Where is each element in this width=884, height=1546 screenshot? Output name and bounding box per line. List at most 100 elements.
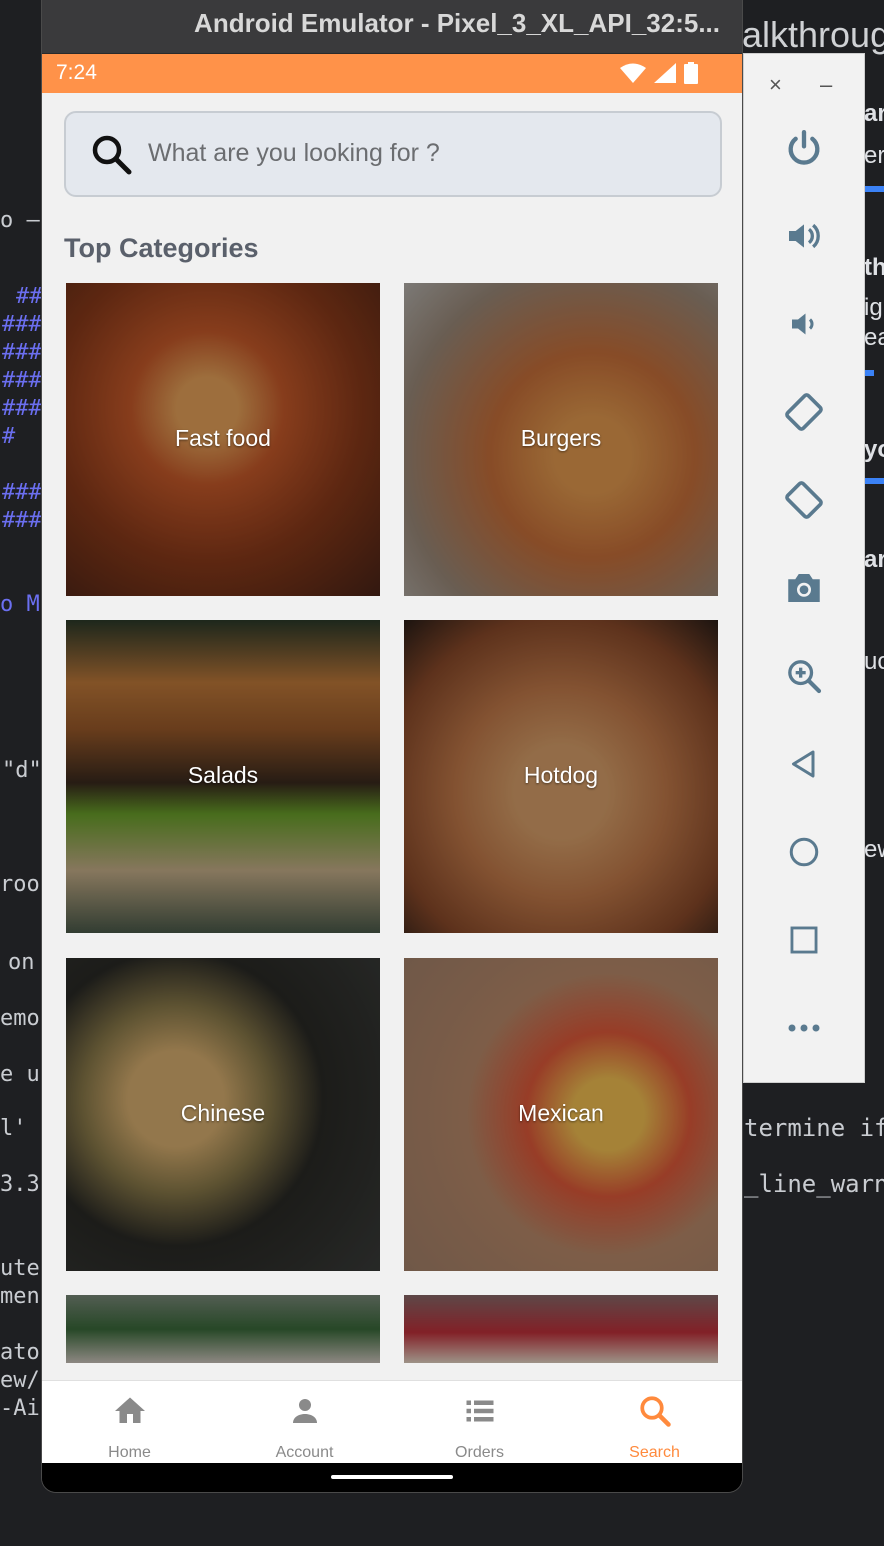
nav-search[interactable]: Search [567,1381,742,1463]
nav-label: Home [108,1444,151,1461]
gesture-bar [42,1463,742,1492]
side-text: yo [864,436,884,463]
category-label: Mexican [518,1100,604,1126]
screenshot-button[interactable] [780,564,828,612]
nav-account[interactable]: Account [217,1381,392,1463]
progress-mark [864,370,874,376]
code-line: ew/ [0,1368,40,1393]
category-tile-hotdog[interactable]: Hotdog [404,620,718,933]
code-line: roo [0,872,40,897]
home-button[interactable] [780,828,828,876]
zoom-button[interactable] [780,652,828,700]
back-icon [792,750,815,778]
code-line: _line_warni [744,1170,884,1198]
category-label: Hotdog [523,762,599,788]
category-tile-burgers[interactable]: Burgers [404,283,718,596]
code-line: # [2,424,16,449]
more-icon [788,1024,820,1032]
power-button[interactable] [780,124,828,172]
search-input[interactable]: What are you looking for ? [64,111,722,197]
nav-label: Orders [455,1444,504,1461]
close-button[interactable]: × [769,72,782,98]
volume-down-button[interactable] [780,300,828,348]
side-text: er [864,142,884,169]
code-line: on [8,950,35,975]
power-icon [788,130,820,165]
code-line: ## [16,284,43,309]
ide-title-fragment: alkthroug [742,14,884,55]
volume-up-icon [789,223,820,249]
orders-icon [466,1400,494,1422]
code-line: "d" [2,758,42,783]
status-icons [620,62,698,84]
code-line: o M [0,592,40,617]
overview-button[interactable] [780,916,828,964]
progress-mark [864,186,884,192]
code-line: l' [0,1116,27,1141]
camera-icon [788,574,820,602]
search-placeholder: What are you looking for ? [148,139,440,167]
category-tile-mexican[interactable]: Mexican [404,958,718,1271]
emulator-title: Android Emulator - Pixel_3_XL_API_32:5..… [194,8,720,38]
code-line: ### [2,340,42,365]
home-icon [115,1397,145,1423]
tile-overlay [404,1295,718,1363]
minimize-button[interactable]: – [820,72,832,98]
side-text: ar [864,546,884,573]
side-text: ig [864,294,883,321]
emulator-titlebar[interactable]: Android Emulator - Pixel_3_XL_API_32:5..… [42,0,742,54]
search-icon [640,1396,671,1427]
account-icon [293,1399,317,1423]
code-line: ### [2,368,42,393]
rotate-right-button[interactable] [780,476,828,524]
overview-icon [790,926,818,954]
code-line: o — [0,208,40,233]
code-line: ato [0,1340,40,1365]
zoom-icon [788,660,822,694]
home-circle-icon [789,837,819,867]
code-line: termine if [744,1114,884,1142]
status-time: 7:24 [56,61,97,84]
category-tile-partial[interactable] [404,1295,718,1363]
category-label: Fast food [175,425,271,451]
emulator-window: Android Emulator - Pixel_3_XL_API_32:5..… [42,0,742,1492]
nav-home[interactable]: Home [42,1381,217,1463]
side-text: eat [864,324,884,351]
category-tile-chinese[interactable]: Chinese [66,958,380,1271]
side-text: ar [864,100,884,127]
code-line: -Ai [0,1396,40,1421]
category-tile-fast-food[interactable]: Fast food [66,283,380,596]
rotate-right-icon [785,481,823,519]
rotate-left-icon [785,393,823,431]
signal-icon [654,63,676,83]
bottom-navigation: Home Account Orders Search [42,1380,742,1463]
rotate-left-button[interactable] [780,388,828,436]
section-title: Top Categories [64,233,259,263]
emulator-toolbar: × – [743,53,865,1083]
volume-up-button[interactable] [780,212,828,260]
category-tile-partial[interactable] [66,1295,380,1363]
category-tile-salads[interactable]: Salads [66,620,380,933]
category-label: Salads [187,762,259,788]
tile-overlay [66,1295,380,1363]
nav-label: Search [629,1444,680,1461]
code-line: ### [2,396,42,421]
code-line: ### [2,312,42,337]
battery-icon [684,62,698,84]
back-button[interactable] [780,740,828,788]
search-icon [90,133,132,180]
app-screen: What are you looking for ? Top Categorie… [42,93,742,1463]
status-bar: 7:24 [42,54,742,93]
gesture-handle[interactable] [331,1475,453,1479]
wifi-icon [620,63,646,83]
side-text: ew [864,836,884,863]
more-button[interactable] [780,1004,828,1052]
side-text: uc [864,648,884,675]
code-line: ### [2,480,42,505]
nav-orders[interactable]: Orders [392,1381,567,1463]
side-text: th [864,254,884,281]
volume-down-icon [792,313,814,335]
nav-label: Account [275,1444,334,1461]
category-label: Burgers [520,425,602,451]
progress-mark [864,478,884,484]
